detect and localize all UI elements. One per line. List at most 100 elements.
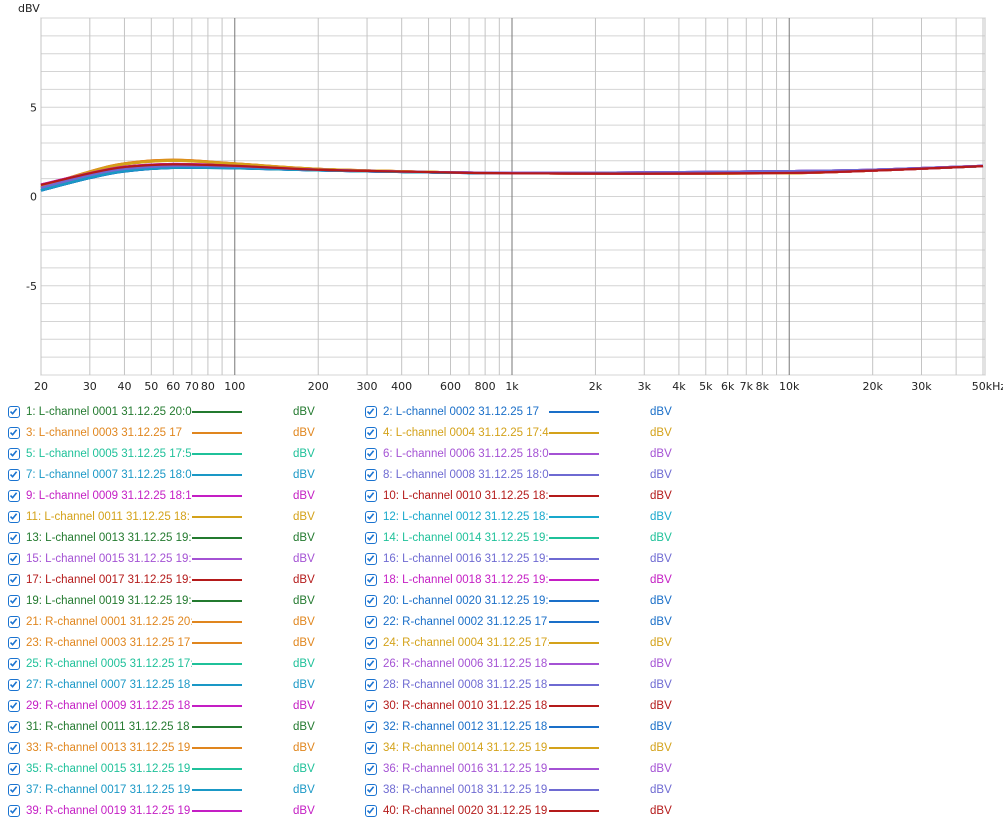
checkmark-icon bbox=[9, 492, 18, 499]
x-tick-label: 2k bbox=[589, 380, 603, 393]
series-unit: dBV bbox=[650, 784, 672, 796]
legend-item: 34: R-channel 0014 31.12.25 19 dBV bbox=[365, 738, 672, 758]
series-swatch bbox=[549, 410, 599, 414]
series-label: 36: R-channel 0016 31.12.25 19 bbox=[383, 763, 548, 775]
series-checkbox[interactable] bbox=[365, 595, 377, 607]
series-checkbox[interactable] bbox=[8, 511, 20, 523]
series-checkbox[interactable] bbox=[8, 469, 20, 481]
checkmark-icon bbox=[366, 408, 375, 415]
legend-item: 30: R-channel 0010 31.12.25 18 dBV bbox=[365, 696, 672, 716]
series-label: 10: L-channel 0010 31.12.25 18: bbox=[383, 490, 549, 502]
series-unit: dBV bbox=[650, 616, 672, 628]
series-checkbox[interactable] bbox=[8, 406, 20, 418]
legend-item: 13: L-channel 0013 31.12.25 19: dBV bbox=[8, 528, 315, 548]
series-checkbox[interactable] bbox=[365, 511, 377, 523]
series-swatch bbox=[192, 515, 242, 519]
x-tick-label: 80 bbox=[201, 380, 215, 393]
series-checkbox[interactable] bbox=[365, 574, 377, 586]
series-checkbox[interactable] bbox=[365, 553, 377, 565]
y-tick-label: -5 bbox=[26, 280, 37, 293]
checkmark-icon bbox=[366, 660, 375, 667]
checkmark-icon bbox=[9, 429, 18, 436]
series-unit: dBV bbox=[650, 763, 672, 775]
checkmark-icon bbox=[9, 597, 18, 604]
series-checkbox[interactable] bbox=[8, 448, 20, 460]
series-unit: dBV bbox=[650, 469, 672, 481]
series-unit: dBV bbox=[650, 427, 672, 439]
legend-item: 6: L-channel 0006 31.12.25 18:0 dBV bbox=[365, 444, 672, 464]
series-checkbox[interactable] bbox=[8, 805, 20, 817]
series-swatch bbox=[549, 578, 599, 582]
series-checkbox[interactable] bbox=[8, 616, 20, 628]
x-tick-label: 4k bbox=[672, 380, 686, 393]
checkmark-icon bbox=[9, 807, 18, 814]
legend-item: 7: L-channel 0007 31.12.25 18:0 dBV bbox=[8, 465, 315, 485]
legend-item: 35: R-channel 0015 31.12.25 19 dBV bbox=[8, 759, 315, 779]
series-label: 26: R-channel 0006 31.12.25 18 bbox=[383, 658, 548, 670]
legend-item: 23: R-channel 0003 31.12.25 17 dBV bbox=[8, 633, 315, 653]
x-tick-label: 60 bbox=[166, 380, 180, 393]
legend-item: 21: R-channel 0001 31.12.25 20: dBV bbox=[8, 612, 315, 632]
series-swatch bbox=[192, 620, 242, 624]
series-checkbox[interactable] bbox=[365, 742, 377, 754]
checkmark-icon bbox=[366, 744, 375, 751]
series-checkbox[interactable] bbox=[365, 448, 377, 460]
series-checkbox[interactable] bbox=[8, 553, 20, 565]
series-swatch bbox=[192, 725, 242, 729]
checkmark-icon bbox=[9, 702, 18, 709]
legend-item: 12: L-channel 0012 31.12.25 18: dBV bbox=[365, 507, 672, 527]
series-unit: dBV bbox=[293, 448, 315, 460]
checkmark-icon bbox=[366, 471, 375, 478]
checkmark-icon bbox=[366, 765, 375, 772]
legend-item: 19: L-channel 0019 31.12.25 19: dBV bbox=[8, 591, 315, 611]
series-checkbox[interactable] bbox=[365, 490, 377, 502]
series-label: 34: R-channel 0014 31.12.25 19 bbox=[383, 742, 548, 754]
series-checkbox[interactable] bbox=[8, 574, 20, 586]
checkmark-icon bbox=[366, 723, 375, 730]
series-checkbox[interactable] bbox=[8, 721, 20, 733]
series-unit: dBV bbox=[650, 805, 672, 817]
series-checkbox[interactable] bbox=[8, 679, 20, 691]
series-checkbox[interactable] bbox=[8, 700, 20, 712]
legend-item: 14: L-channel 0014 31.12.25 19: dBV bbox=[365, 528, 672, 548]
series-swatch bbox=[549, 746, 599, 750]
series-checkbox[interactable] bbox=[365, 679, 377, 691]
y-tick-label: 0 bbox=[30, 191, 37, 204]
series-label: 16: L-channel 0016 31.12.25 19: bbox=[383, 553, 549, 565]
legend-item: 20: L-channel 0020 31.12.25 19: dBV bbox=[365, 591, 672, 611]
series-checkbox[interactable] bbox=[365, 532, 377, 544]
series-unit: dBV bbox=[293, 805, 315, 817]
series-label: 23: R-channel 0003 31.12.25 17 bbox=[26, 637, 191, 649]
series-checkbox[interactable] bbox=[365, 721, 377, 733]
series-checkbox[interactable] bbox=[365, 700, 377, 712]
checkmark-icon bbox=[9, 534, 18, 541]
series-checkbox[interactable] bbox=[365, 658, 377, 670]
series-unit: dBV bbox=[293, 637, 315, 649]
series-checkbox[interactable] bbox=[8, 742, 20, 754]
series-checkbox[interactable] bbox=[8, 490, 20, 502]
series-label: 3: L-channel 0003 31.12.25 17 bbox=[26, 427, 183, 439]
series-checkbox[interactable] bbox=[365, 805, 377, 817]
series-checkbox[interactable] bbox=[365, 784, 377, 796]
series-swatch bbox=[192, 410, 242, 414]
series-checkbox[interactable] bbox=[8, 658, 20, 670]
series-checkbox[interactable] bbox=[8, 637, 20, 649]
checkmark-icon bbox=[366, 429, 375, 436]
series-checkbox[interactable] bbox=[365, 469, 377, 481]
series-checkbox[interactable] bbox=[365, 406, 377, 418]
legend-item: 29: R-channel 0009 31.12.25 18 dBV bbox=[8, 696, 315, 716]
legend-item: 8: L-channel 0008 31.12.25 18:0 dBV bbox=[365, 465, 672, 485]
series-checkbox[interactable] bbox=[8, 532, 20, 544]
series-unit: dBV bbox=[650, 595, 672, 607]
series-checkbox[interactable] bbox=[8, 595, 20, 607]
series-checkbox[interactable] bbox=[365, 427, 377, 439]
series-checkbox[interactable] bbox=[8, 427, 20, 439]
frequency-response-chart[interactable]: 20 30 40 50 60 70 80 100 200 300 400 600 800 1k 2k 3k 4k… bbox=[0, 0, 1003, 400]
series-checkbox[interactable] bbox=[365, 763, 377, 775]
series-label: 7: L-channel 0007 31.12.25 18:0 bbox=[26, 469, 192, 481]
series-checkbox[interactable] bbox=[365, 616, 377, 628]
checkmark-icon bbox=[366, 681, 375, 688]
series-checkbox[interactable] bbox=[8, 784, 20, 796]
series-checkbox[interactable] bbox=[365, 637, 377, 649]
series-checkbox[interactable] bbox=[8, 763, 20, 775]
